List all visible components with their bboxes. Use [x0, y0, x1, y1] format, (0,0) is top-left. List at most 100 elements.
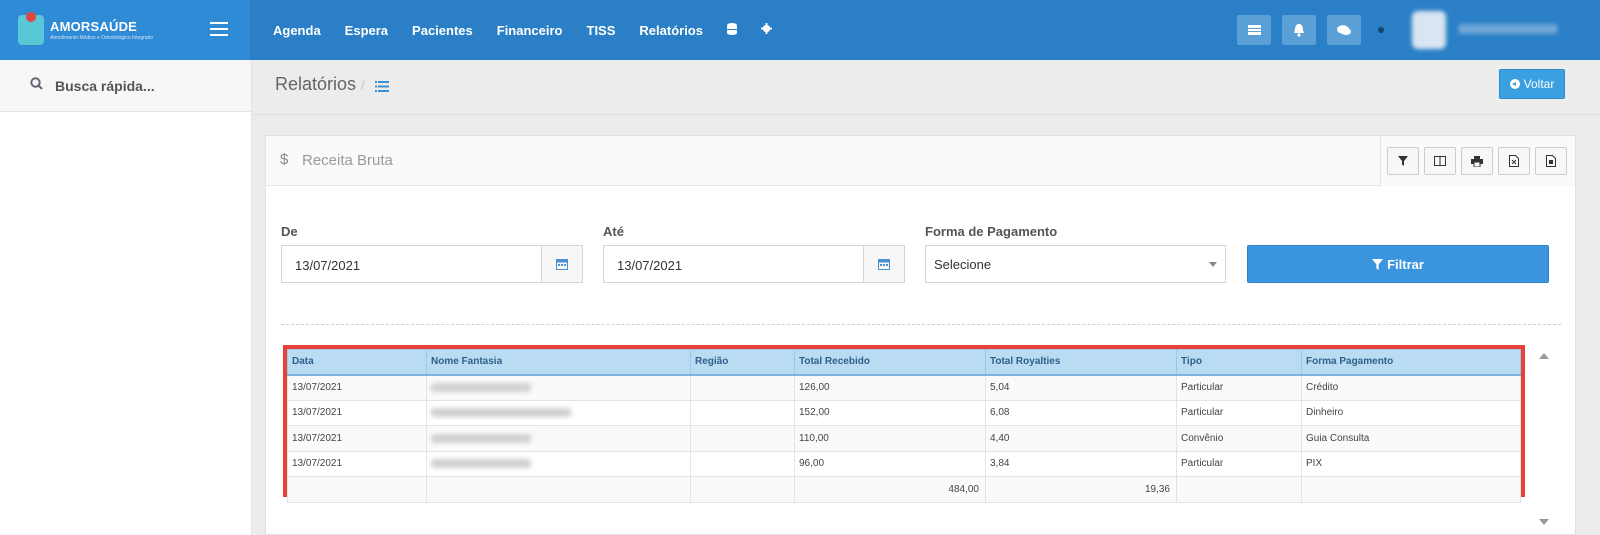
- cell-nome-fantasia: [426, 399, 691, 426]
- scroll-down-arrow-icon[interactable]: [1539, 519, 1549, 525]
- total-royalties-sum: 19,36: [985, 476, 1177, 503]
- nav-espera[interactable]: Espera: [345, 23, 388, 38]
- main-content: Relatórios / Voltar $ Receita Bruta De 1…: [252, 60, 1600, 535]
- filter-button-label: Filtrar: [1387, 256, 1424, 272]
- table-row: 13/07/2021 96,00 3,84 Particular PIX: [287, 450, 1521, 477]
- scroll-up-arrow-icon[interactable]: [1539, 353, 1549, 359]
- table-header-row: Data Nome Fantasia Região Total Recebido…: [287, 349, 1521, 376]
- cell-tipo: Particular: [1176, 399, 1302, 426]
- table-row: 13/07/2021 152,00 6,08 Particular Dinhei…: [287, 399, 1521, 426]
- table-scrollbar[interactable]: [1537, 345, 1552, 525]
- page-header: Relatórios / Voltar: [252, 60, 1600, 115]
- col-data[interactable]: Data: [287, 349, 427, 376]
- col-tipo[interactable]: Tipo: [1176, 349, 1302, 376]
- back-button-label: Voltar: [1523, 77, 1555, 91]
- col-forma-pagamento[interactable]: Forma Pagamento: [1301, 349, 1521, 376]
- arrow-left-circle-icon: [1509, 79, 1520, 89]
- cell-data: 13/07/2021: [287, 399, 427, 426]
- quick-search-placeholder: Busca rápida...: [55, 77, 155, 94]
- cell-total-recebido: 110,00: [794, 425, 986, 452]
- brand-subtitle: Atendimento Médico e Odontológico Integr…: [50, 35, 154, 41]
- chat-icon[interactable]: [1327, 15, 1361, 45]
- excel-icon[interactable]: [1498, 147, 1530, 175]
- col-total-royalties[interactable]: Total Royalties: [985, 349, 1177, 376]
- online-status-dot: [1378, 27, 1384, 33]
- from-date-input[interactable]: [295, 258, 495, 273]
- nav-relatorios[interactable]: Relatórios: [639, 23, 703, 38]
- cell-total-recebido: 152,00: [794, 399, 986, 426]
- sidebar: Busca rápida...: [0, 60, 252, 535]
- cell-data: 13/07/2021: [287, 450, 427, 477]
- list-card-icon[interactable]: [1237, 15, 1271, 45]
- breadcrumb-separator: /: [361, 78, 365, 93]
- cell-nome-fantasia: [426, 425, 691, 452]
- cell-total-recebido: 126,00: [794, 374, 986, 401]
- calendar-icon[interactable]: [863, 246, 904, 282]
- bell-icon[interactable]: [1282, 15, 1316, 45]
- cell-forma-pagamento: Dinheiro: [1301, 399, 1521, 426]
- database-icon[interactable]: [726, 22, 737, 38]
- hamburger-menu-icon[interactable]: [210, 22, 228, 36]
- user-avatar[interactable]: [1412, 11, 1446, 49]
- report-panel: $ Receita Bruta De 13/07/2021 Até 13/07/…: [265, 135, 1576, 535]
- report-title: Receita Bruta: [302, 152, 393, 169]
- cell-forma-pagamento: Crédito: [1301, 374, 1521, 401]
- cell-regiao: [690, 399, 795, 426]
- cell-nome-fantasia: [426, 374, 691, 401]
- cell-regiao: [690, 450, 795, 477]
- cell-tipo: Convênio: [1176, 425, 1302, 452]
- columns-icon[interactable]: [1424, 147, 1456, 175]
- cell-forma-pagamento: PIX: [1301, 450, 1521, 477]
- col-regiao[interactable]: Região: [690, 349, 795, 376]
- filter-button[interactable]: Filtrar: [1247, 245, 1549, 283]
- gear-icon[interactable]: [760, 23, 772, 37]
- payment-method-select[interactable]: Selecione: [925, 245, 1226, 283]
- nav-tiss[interactable]: TISS: [587, 23, 616, 38]
- dollar-icon: $: [280, 151, 289, 168]
- nav-pacientes[interactable]: Pacientes: [412, 23, 473, 38]
- report-panel-header: $ Receita Bruta: [266, 136, 1575, 186]
- nav-agenda[interactable]: Agenda: [273, 23, 321, 38]
- to-date-field[interactable]: [603, 245, 905, 283]
- calendar-icon[interactable]: [541, 246, 582, 282]
- page-title: Relatórios: [275, 74, 357, 94]
- back-button[interactable]: Voltar: [1499, 69, 1565, 99]
- cell-total-recebido: 96,00: [794, 450, 986, 477]
- cell-data: 13/07/2021: [287, 374, 427, 401]
- cell-forma-pagamento: Guia Consulta: [1301, 425, 1521, 452]
- brand-title: AMORSAÚDE: [50, 19, 138, 34]
- nav-financeiro[interactable]: Financeiro: [497, 23, 563, 38]
- filter-icon: [1372, 258, 1384, 270]
- pdf-icon[interactable]: [1535, 147, 1567, 175]
- report-table-highlight: Data Nome Fantasia Região Total Recebido…: [283, 345, 1525, 503]
- payment-method-value: Selecione: [934, 257, 992, 272]
- quick-search[interactable]: Busca rápida...: [0, 60, 251, 112]
- topbar-right: [1200, 0, 1600, 60]
- cell-regiao: [690, 374, 795, 401]
- print-icon[interactable]: [1461, 147, 1493, 175]
- to-date-label: Até: [603, 224, 624, 239]
- cell-nome-fantasia: [426, 450, 691, 477]
- cell-total-royalties: 4,40: [985, 425, 1177, 452]
- report-toolbar: [1380, 136, 1575, 186]
- to-date-input[interactable]: [617, 258, 817, 273]
- chevron-down-icon: [1209, 262, 1217, 267]
- from-date-label: De: [281, 224, 298, 239]
- table-row: 13/07/2021 126,00 5,04 Particular Crédit…: [287, 374, 1521, 401]
- filter-icon[interactable]: [1387, 147, 1419, 175]
- table-totals-row: 484,00 19,36: [287, 476, 1521, 503]
- cell-tipo: Particular: [1176, 450, 1302, 477]
- cell-total-royalties: 5,04: [985, 374, 1177, 401]
- from-date-field[interactable]: [281, 245, 583, 283]
- cell-total-royalties: 3,84: [985, 450, 1177, 477]
- cell-total-royalties: 6,08: [985, 399, 1177, 426]
- total-recebido-sum: 484,00: [794, 476, 986, 503]
- list-icon[interactable]: [375, 79, 389, 97]
- search-icon: [30, 76, 43, 95]
- cell-tipo: Particular: [1176, 374, 1302, 401]
- logo-icon: [18, 12, 44, 45]
- col-nome-fantasia[interactable]: Nome Fantasia: [426, 349, 691, 376]
- table-row: 13/07/2021 110,00 4,40 Convênio Guia Con…: [287, 425, 1521, 452]
- col-total-recebido[interactable]: Total Recebido: [794, 349, 986, 376]
- user-name[interactable]: [1458, 24, 1558, 34]
